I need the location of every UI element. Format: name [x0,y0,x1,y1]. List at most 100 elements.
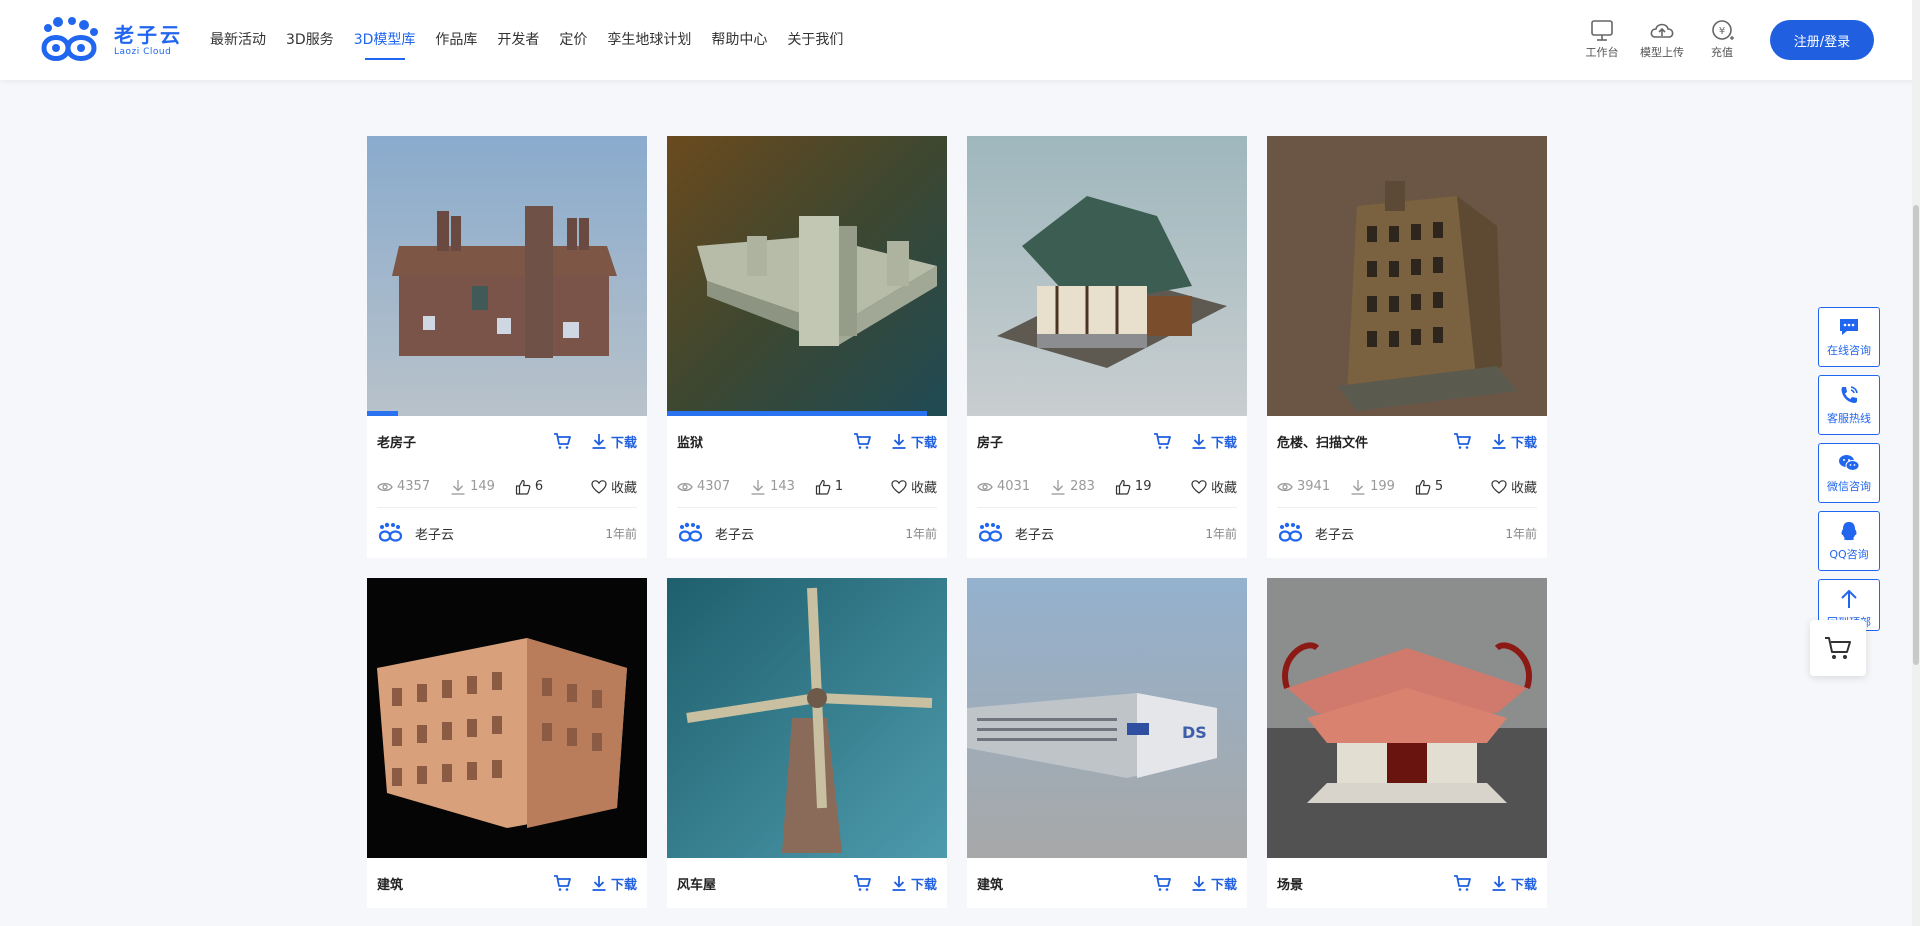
model-card[interactable]: 建筑 下载 [367,578,647,908]
download-button[interactable]: 下载 [891,432,937,451]
add-to-cart-icon[interactable] [1453,432,1471,450]
author-name[interactable]: 老子云 [1015,524,1205,543]
like-button[interactable]: 5 [1415,479,1443,495]
author-name[interactable]: 老子云 [415,524,605,543]
model-thumbnail[interactable] [967,136,1247,416]
nav-item-model-library[interactable]: 3D模型库 [354,0,416,80]
recharge-button[interactable]: ¥ 充值 [1692,18,1752,60]
nav-item-pricing[interactable]: 定价 [559,0,587,80]
download-button[interactable]: 下载 [591,432,637,451]
view-count-value: 3941 [1297,479,1331,494]
add-to-cart-icon[interactable] [853,874,871,892]
model-title[interactable]: 风车屋 [677,874,853,893]
like-button[interactable]: 1 [815,479,843,495]
model-thumbnail[interactable] [1267,578,1547,858]
favorite-button[interactable]: 收藏 [1491,477,1537,496]
model-stats: 4357 149 6 收藏 [377,466,637,508]
download-count-icon [1051,479,1065,495]
workbench-button[interactable]: 工作台 [1572,18,1632,60]
model-card[interactable]: 老房子 下载 4357 149 6 收藏 老子云 1年前 [367,136,647,558]
model-thumbnail[interactable] [667,578,947,858]
hotline-button[interactable]: 客服热线 [1818,375,1880,435]
model-preview-image [967,136,1247,416]
floating-cart-button[interactable] [1810,620,1866,676]
author-row: 老子云 1年前 [1267,508,1547,558]
author-name[interactable]: 老子云 [715,524,905,543]
add-to-cart-icon[interactable] [1153,874,1171,892]
author-avatar-icon [378,522,403,542]
card-title-row: 建筑 下载 [967,858,1247,908]
logo-mark-icon [41,17,98,61]
download-label: 下载 [1210,435,1237,451]
nav-item-twin-earth[interactable]: 孪生地球计划 [607,0,691,80]
add-to-cart-icon[interactable] [553,432,571,450]
arrow-up-icon [1841,589,1857,608]
download-count-value: 143 [770,479,795,494]
page-scrollbar-thumb[interactable] [1913,205,1919,665]
cart-icon [1825,637,1851,659]
like-button[interactable]: 6 [515,479,543,495]
download-button[interactable]: 下载 [591,874,637,893]
model-title[interactable]: 场景 [1277,874,1453,893]
brand-logo[interactable]: 老子云 Laozi Cloud [38,16,188,66]
add-to-cart-icon[interactable] [853,432,871,450]
add-to-cart-icon[interactable] [1453,874,1471,892]
card-title-row: 老房子 下载 [367,416,647,466]
download-button[interactable]: 下载 [891,874,937,893]
card-title-row: 房子 下载 [967,416,1247,466]
favorite-button[interactable]: 收藏 [591,477,637,496]
download-label: 下载 [610,435,637,451]
model-title[interactable]: 危楼、扫描文件 [1277,432,1453,451]
model-thumbnail[interactable] [667,136,947,416]
wechat-consult-label: 微信咨询 [1827,480,1871,493]
like-count-value: 1 [834,479,844,494]
add-to-cart-icon[interactable] [553,874,571,892]
model-title[interactable]: 建筑 [377,874,553,893]
download-button[interactable]: 下载 [1191,874,1237,893]
nav-item-help[interactable]: 帮助中心 [711,0,767,80]
online-consult-button[interactable]: 在线咨询 [1818,307,1880,367]
model-preview-image [667,578,947,858]
model-title[interactable]: 房子 [977,432,1153,451]
qq-consult-button[interactable]: QQ咨询 [1818,511,1880,571]
view-count-value: 4307 [697,479,731,494]
download-icon [892,876,906,891]
logo-text: 老子云 Laozi Cloud [114,24,183,58]
model-stats: 4307 143 1 收藏 [677,466,937,508]
model-card[interactable]: DS 建筑 下载 [967,578,1247,908]
favorite-button[interactable]: 收藏 [891,477,937,496]
model-thumbnail[interactable] [367,136,647,416]
favorite-button[interactable]: 收藏 [1191,477,1237,496]
model-card[interactable]: 监狱 下载 4307 143 1 收藏 老子云 1年前 [667,136,947,558]
model-card[interactable]: 房子 下载 4031 283 19 收藏 老子云 1年前 [967,136,1247,558]
download-icon [892,434,906,449]
nav-item-works[interactable]: 作品库 [435,0,477,80]
model-upload-button[interactable]: 模型上传 [1632,18,1692,60]
nav-item-activities[interactable]: 最新活动 [210,0,266,80]
nav-item-3d-service[interactable]: 3D服务 [286,0,334,80]
download-button[interactable]: 下载 [1191,432,1237,451]
load-progress-bar [367,411,398,416]
favorite-label: 收藏 [910,481,937,496]
model-title[interactable]: 建筑 [977,874,1153,893]
login-button[interactable]: 注册/登录 [1770,20,1874,60]
wechat-consult-button[interactable]: 微信咨询 [1818,443,1880,503]
thumbs-up-icon [1415,479,1431,495]
model-card[interactable]: 场景 下载 [1267,578,1547,908]
model-title[interactable]: 老房子 [377,432,553,451]
eye-icon [1277,482,1293,491]
like-button[interactable]: 19 [1115,479,1151,495]
model-thumbnail[interactable]: DS [967,578,1247,858]
add-to-cart-icon[interactable] [1153,432,1171,450]
model-thumbnail[interactable] [1267,136,1547,416]
model-preview-image [667,136,947,416]
model-thumbnail[interactable] [367,578,647,858]
author-name[interactable]: 老子云 [1315,524,1505,543]
download-button[interactable]: 下载 [1491,432,1537,451]
model-card[interactable]: 风车屋 下载 [667,578,947,908]
model-card[interactable]: 危楼、扫描文件 下载 3941 199 5 收藏 老子云 1年前 [1267,136,1547,558]
model-title[interactable]: 监狱 [677,432,853,451]
nav-item-about[interactable]: 关于我们 [787,0,843,80]
download-button[interactable]: 下载 [1491,874,1537,893]
nav-item-developer[interactable]: 开发者 [497,0,539,80]
